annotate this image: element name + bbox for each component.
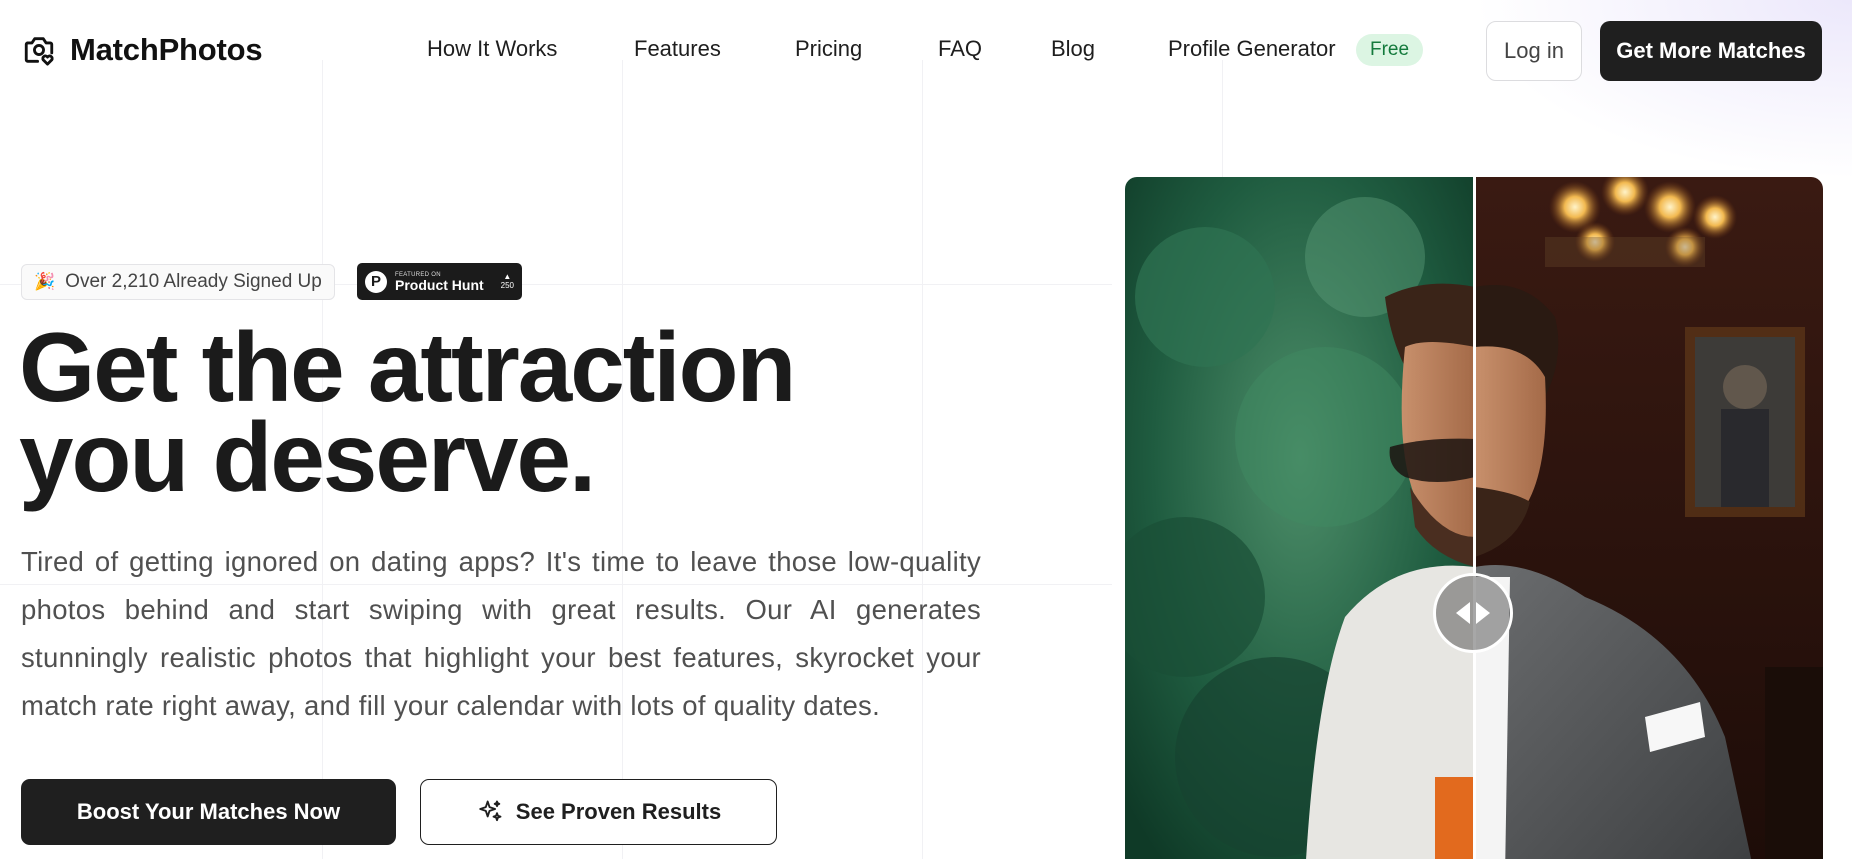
signup-count-badge: 🎉 Over 2,210 Already Signed Up: [21, 264, 335, 300]
nav-pricing[interactable]: Pricing: [795, 36, 862, 62]
logo[interactable]: MatchPhotos: [22, 32, 263, 68]
headline-line-1: Get the attraction: [19, 312, 796, 422]
product-hunt-text: FEATURED ON Product Hunt: [395, 272, 484, 292]
comparison-divider[interactable]: [1473, 177, 1476, 859]
nav-features[interactable]: Features: [634, 36, 721, 62]
before-after-comparison[interactable]: [1125, 177, 1823, 859]
comparison-slider-handle[interactable]: [1433, 573, 1513, 653]
product-hunt-name: Product Hunt: [395, 276, 484, 293]
logo-text: MatchPhotos: [70, 32, 263, 67]
arrow-right-icon: [1476, 602, 1490, 624]
nav-blog[interactable]: Blog: [1051, 36, 1095, 62]
nav-faq[interactable]: FAQ: [938, 36, 982, 62]
product-hunt-vote-count: 250: [500, 280, 514, 290]
signup-count-text: Over 2,210 Already Signed Up: [65, 271, 322, 292]
camera-heart-icon: [24, 37, 54, 66]
arrow-left-icon: [1456, 602, 1470, 624]
hero-subtext: Tired of getting ignored on dating apps?…: [21, 546, 981, 721]
login-button[interactable]: Log in: [1486, 21, 1582, 81]
product-hunt-votes: ▲ 250: [500, 272, 514, 291]
free-badge: Free: [1356, 34, 1424, 66]
hero-headline: Get the attraction you deserve.: [19, 312, 796, 512]
see-results-button[interactable]: See Proven Results: [420, 779, 777, 845]
boost-matches-button[interactable]: Boost Your Matches Now: [21, 779, 396, 845]
party-popper-icon: 🎉: [34, 272, 56, 291]
get-more-matches-button[interactable]: Get More Matches: [1600, 21, 1822, 81]
sparkles-icon: [479, 800, 502, 822]
site-header: MatchPhotos How It Works Features Pricin…: [0, 0, 1852, 102]
product-hunt-badge[interactable]: P FEATURED ON Product Hunt ▲ 250: [357, 263, 522, 300]
product-hunt-logo-icon: P: [365, 270, 387, 293]
headline-line-2: you deserve.: [19, 402, 596, 512]
nav-profile-generator[interactable]: Profile Generator: [1168, 36, 1336, 62]
see-results-label: See Proven Results: [515, 799, 722, 824]
nav-how-it-works[interactable]: How It Works: [427, 36, 557, 62]
